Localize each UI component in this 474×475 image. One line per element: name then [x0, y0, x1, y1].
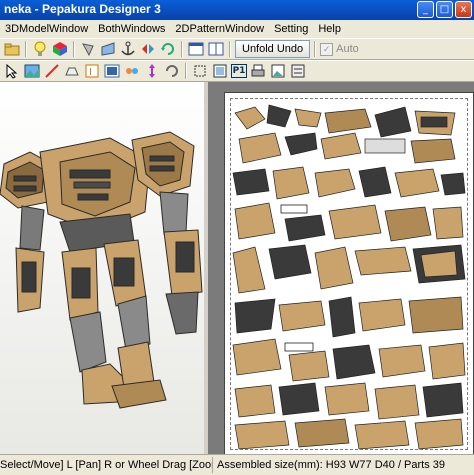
rotate-icon[interactable]: [159, 40, 177, 58]
text-icon[interactable]: I: [83, 62, 101, 80]
toolbar-separator: [185, 63, 187, 79]
menu-bothwindows[interactable]: BothWindows: [93, 23, 170, 35]
title-bar: neka - Pepakura Designer 3 _ □ x: [0, 0, 474, 20]
status-assembled-size: Assembled size(mm): H93 W77 D40 / Parts …: [217, 459, 446, 471]
pattern-toolbar: I P1: [0, 60, 474, 82]
pattern-page: [224, 92, 474, 454]
unfold-undo-button[interactable]: Unfold Undo: [235, 40, 311, 58]
menu-bar: 3DModelWindow BothWindows 2DPatternWindo…: [0, 20, 474, 38]
fit-view-icon[interactable]: [191, 62, 209, 80]
open-icon[interactable]: [3, 40, 21, 58]
move-icon[interactable]: [143, 62, 161, 80]
window-title: neka - Pepakura Designer 3: [4, 2, 161, 16]
checkbox-box: ✓: [320, 42, 334, 56]
status-mouse-help: Select/Move] L [Pan] R or Wheel Drag [Zo…: [0, 457, 213, 473]
anchor-icon[interactable]: [119, 40, 137, 58]
toolbar-separator: [229, 41, 231, 57]
toolbar-separator: [181, 41, 183, 57]
3d-model-window[interactable]: [0, 82, 205, 454]
2d-pattern-window[interactable]: [208, 82, 474, 454]
auto-checkbox[interactable]: ✓ Auto: [320, 40, 359, 58]
page-icon[interactable]: P1: [231, 64, 247, 78]
print-margin: [230, 98, 468, 450]
landscape-icon[interactable]: [23, 62, 41, 80]
robot-model: [0, 131, 203, 409]
print-icon[interactable]: [249, 62, 267, 80]
main-toolbar: Unfold Undo ✓ Auto: [0, 38, 474, 60]
status-bar: Select/Move] L [Pan] R or Wheel Drag [Zo…: [0, 454, 474, 475]
svg-text:I: I: [89, 67, 92, 78]
settings-icon[interactable]: [289, 62, 307, 80]
toolbar-separator: [314, 41, 317, 57]
flip-icon[interactable]: [139, 40, 157, 58]
close-button[interactable]: x: [455, 1, 472, 18]
menu-help[interactable]: Help: [313, 23, 346, 35]
shape-icon[interactable]: [79, 40, 97, 58]
split-window-icon[interactable]: [207, 40, 225, 58]
toolbar-separator: [25, 41, 27, 57]
window-controls: _ □ x: [417, 1, 472, 18]
edge-icon[interactable]: [43, 62, 61, 80]
lightbulb-icon[interactable]: [31, 40, 49, 58]
texture-icon[interactable]: [99, 40, 117, 58]
save-image-icon[interactable]: [269, 62, 287, 80]
maximize-button[interactable]: □: [436, 1, 453, 18]
flap-icon[interactable]: [63, 62, 81, 80]
menu-3dmodelwindow[interactable]: 3DModelWindow: [0, 23, 93, 35]
image-icon[interactable]: [103, 62, 121, 80]
zoom-page-icon[interactable]: [211, 62, 229, 80]
join-icon[interactable]: [123, 62, 141, 80]
auto-label: Auto: [336, 43, 359, 55]
menu-setting[interactable]: Setting: [269, 23, 313, 35]
menu-2dpatternwindow[interactable]: 2DPatternWindow: [170, 23, 269, 35]
single-window-icon[interactable]: [187, 40, 205, 58]
toolbar-separator: [73, 41, 75, 57]
select-icon[interactable]: [3, 62, 21, 80]
color-cube-icon[interactable]: [51, 40, 69, 58]
minimize-button[interactable]: _: [417, 1, 434, 18]
rotate-part-icon[interactable]: [163, 62, 181, 80]
